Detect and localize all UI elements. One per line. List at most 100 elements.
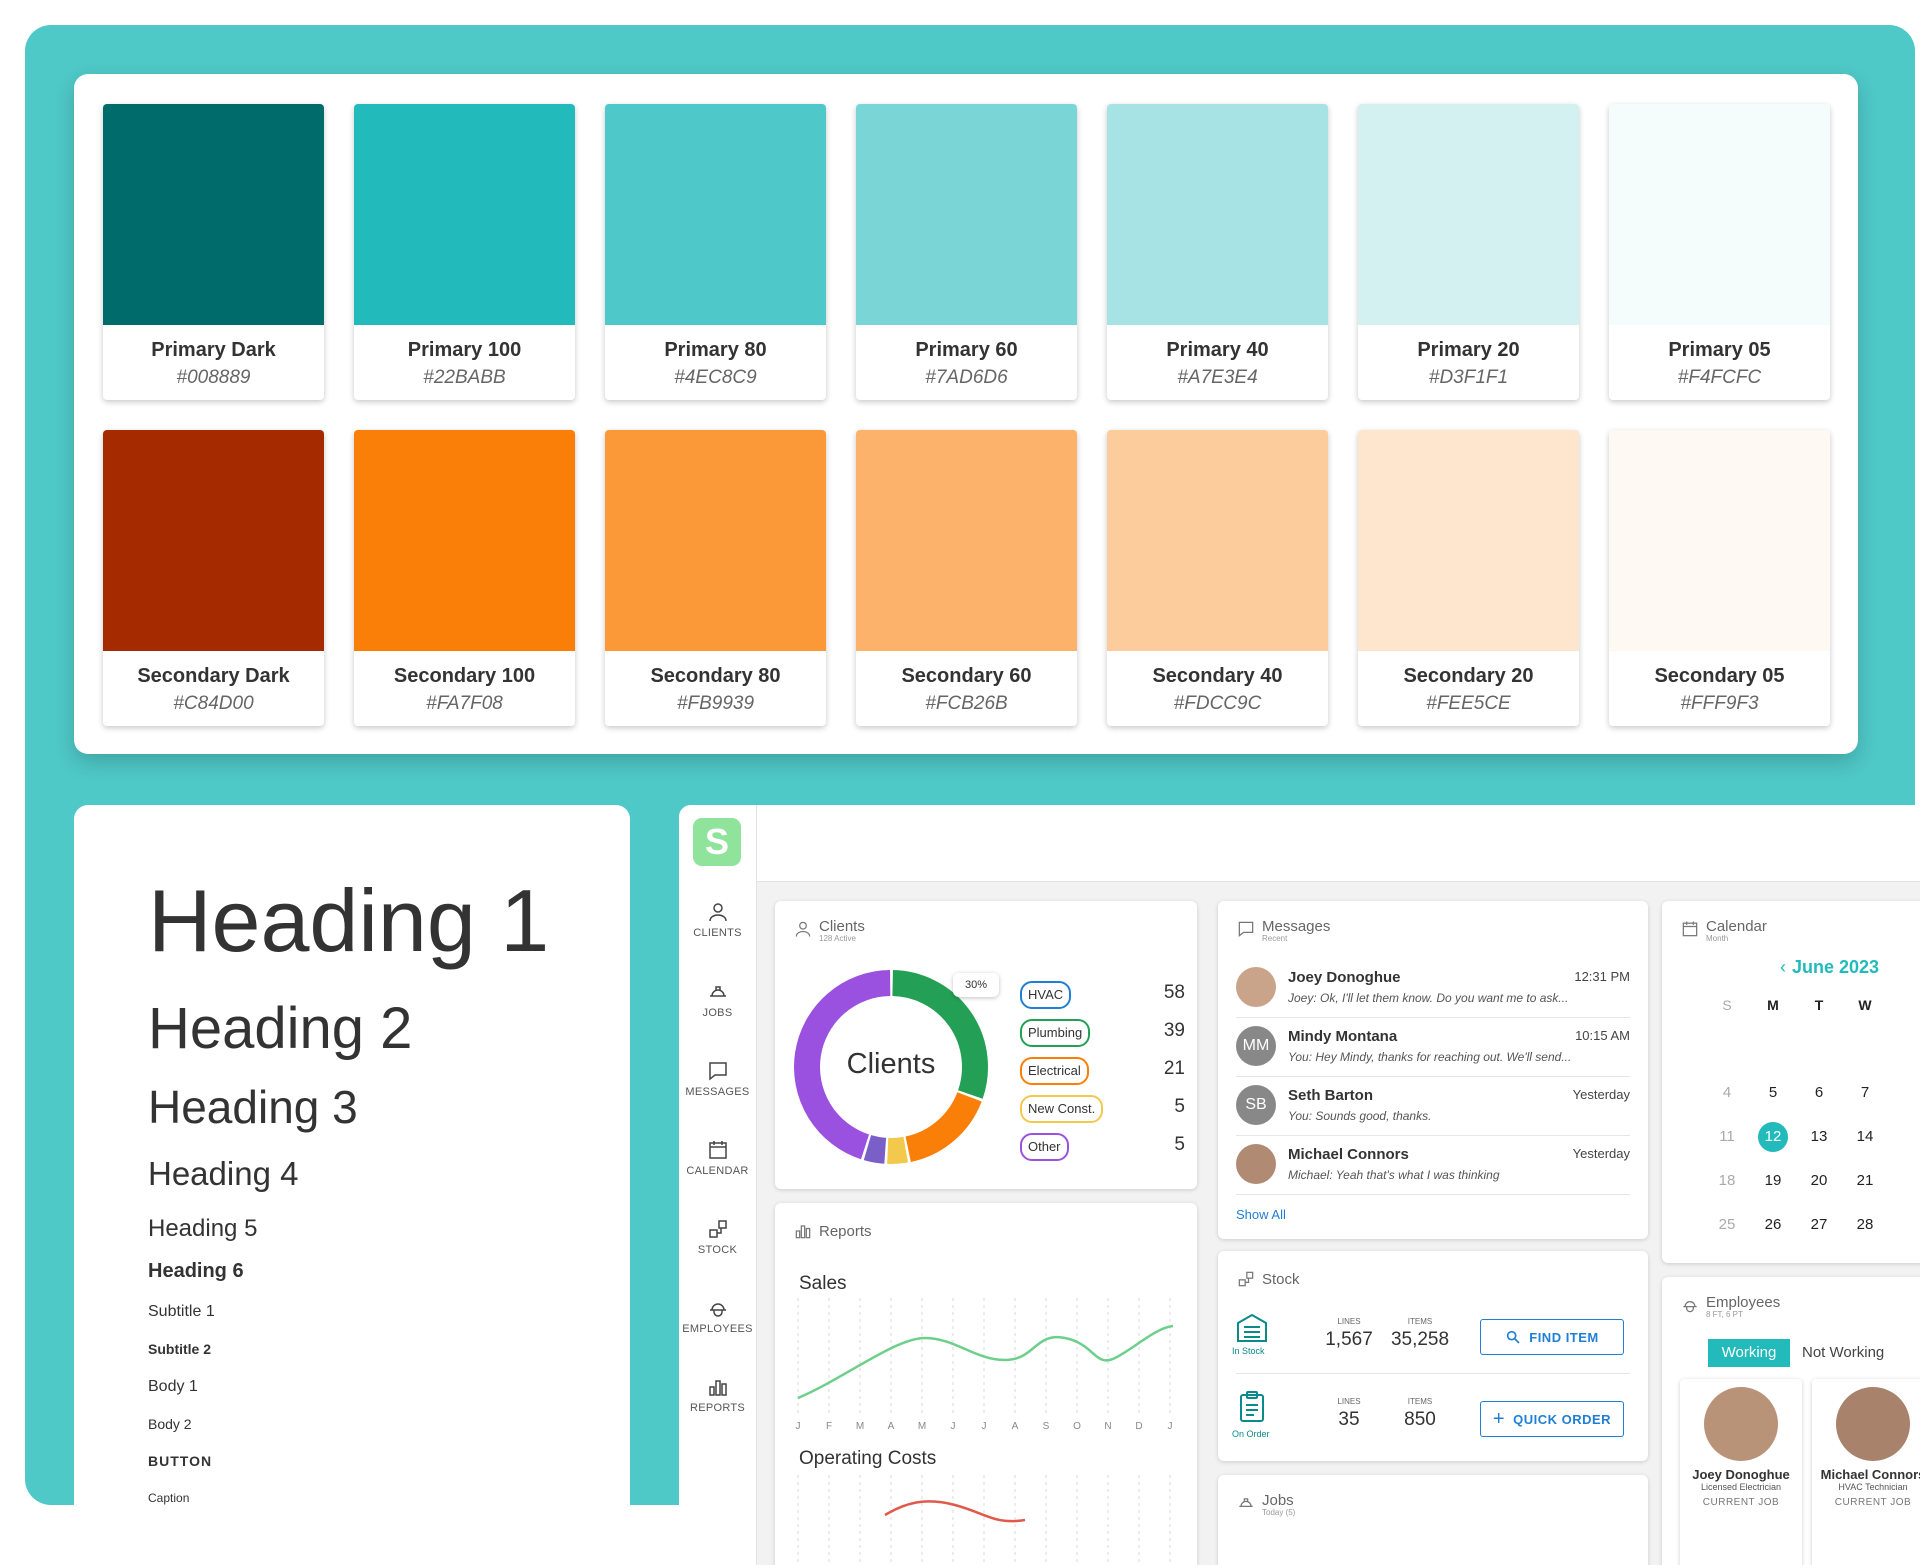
nav-label: EMPLOYEES [682, 1323, 753, 1335]
calendar-day[interactable]: 21 [1850, 1172, 1880, 1189]
swatch-hex: #FFF9F3 [1680, 693, 1759, 714]
message-time: 10:15 AM [1575, 1028, 1630, 1043]
sales-chart-title: Sales [799, 1273, 847, 1294]
weekday-label: W [1858, 997, 1872, 1013]
legend-count: 5 [1174, 1134, 1185, 1155]
app-logo[interactable]: S [693, 818, 741, 866]
button-text-sample: BUTTON [148, 1453, 213, 1469]
current-job-label: CURRENT JOB [1834, 1497, 1912, 1508]
donut-slice-other[interactable] [863, 1135, 887, 1164]
tab-not-working[interactable]: Not Working [1802, 1339, 1884, 1367]
calendar-day[interactable]: 4 [1712, 1084, 1742, 1101]
calendar-day[interactable]: 28 [1850, 1216, 1880, 1233]
calendar-day[interactable]: 14 [1850, 1128, 1880, 1145]
calendar-day[interactable]: 6 [1804, 1084, 1834, 1101]
swatch-name: Secondary 60 [901, 665, 1032, 687]
calendar-day[interactable]: 26 [1758, 1216, 1788, 1233]
legend-pill[interactable]: Plumbing [1020, 1019, 1091, 1047]
swatch-name: Primary 20 [1417, 339, 1520, 361]
nav-stock[interactable]: STOCK [679, 1217, 756, 1256]
nav-messages[interactable]: MESSAGES [679, 1059, 756, 1098]
legend-pill[interactable]: Electrical [1020, 1057, 1089, 1085]
clients-card: Clients 128 Active Clients 30% HVAC 58 Plum… [775, 901, 1197, 1189]
legend-pill[interactable]: New Const. [1020, 1095, 1104, 1123]
message-preview: Joey: Ok, I'll let them know. Do you wan… [1288, 991, 1569, 1005]
nav-label: JOBS [702, 1007, 733, 1019]
divider [1236, 1373, 1630, 1374]
color-chip [1609, 430, 1830, 651]
color-swatch: Primary 40 #A7E3E4 [1107, 104, 1328, 400]
calendar-day[interactable]: 27 [1804, 1216, 1834, 1233]
bar-chart-icon [708, 1380, 727, 1396]
bar-chart-icon [795, 1225, 811, 1239]
legend-count: 39 [1163, 1020, 1185, 1041]
swatch-hex: #FDCC9C [1173, 693, 1262, 714]
hardhat-icon [1239, 1498, 1253, 1507]
calendar-day[interactable]: 11 [1712, 1128, 1742, 1145]
color-chip [103, 430, 324, 651]
calendar-day[interactable]: 7 [1850, 1084, 1880, 1101]
employee-card[interactable]: Joey Donoghue Licensed Electrician CURRE… [1680, 1379, 1802, 1565]
stock-card: Stock In Stock LINES 1,567 ITEMS 35,258 … [1218, 1251, 1648, 1461]
quick-order-button[interactable]: + QUICK ORDER [1480, 1401, 1624, 1437]
calendar-day[interactable]: 25 [1712, 1216, 1742, 1233]
find-item-button[interactable]: FIND ITEM [1480, 1319, 1624, 1355]
month-tick: A [1011, 1421, 1019, 1432]
legend-count: 58 [1163, 982, 1185, 1003]
calendar-day[interactable]: 19 [1758, 1172, 1788, 1189]
message-preview: You: Sounds good, thanks. [1288, 1109, 1432, 1123]
legend-pill[interactable]: Other [1020, 1133, 1069, 1161]
calendar-month-label: June 2023 [1792, 957, 1880, 977]
reports-card-header: Reports [793, 1221, 872, 1241]
calendar-day[interactable]: 12 [1758, 1122, 1788, 1152]
color-chip [1358, 430, 1579, 651]
swatch-name: Secondary 100 [393, 665, 536, 687]
message-item[interactable]: Joey Donoghue 12:31 PM Joey: Ok, I'll le… [1236, 959, 1630, 1018]
sales-line-chart [797, 1298, 1174, 1413]
color-chip [103, 104, 324, 325]
employee-card[interactable]: Michael Connors HVAC Technician CURRENT … [1812, 1379, 1920, 1565]
tab-working[interactable]: Working [1708, 1339, 1790, 1367]
nav-clients[interactable]: CLIENTS [679, 900, 756, 939]
nav-label: CALENDAR [686, 1165, 749, 1177]
donut-slice-new-const[interactable] [887, 1136, 909, 1164]
swatch-name: Primary Dark [151, 339, 276, 361]
color-chip [1609, 104, 1830, 325]
clients-card-header: Clients 128 Active [793, 919, 865, 943]
swatch-name: Secondary 40 [1152, 665, 1283, 687]
color-swatch: Secondary 80 #FB9939 [605, 430, 826, 726]
body-2-sample: Body 2 [148, 1416, 192, 1432]
message-item[interactable]: SB Seth Barton Yesterday You: Sounds goo… [1236, 1077, 1630, 1136]
message-item[interactable]: MM Mindy Montana 10:15 AM You: Hey Mindy… [1236, 1018, 1630, 1077]
reports-card: Reports Sales J F M A M J J A S O N D J Operating Co… [775, 1203, 1197, 1565]
calendar-day[interactable]: 20 [1804, 1172, 1834, 1189]
calendar-day[interactable]: 18 [1712, 1172, 1742, 1189]
color-swatch: Primary 60 #7AD6D6 [856, 104, 1077, 400]
swatch-hex: #FCB26B [925, 693, 1008, 714]
color-chip [1107, 430, 1328, 651]
card-title: Messages [1262, 918, 1331, 935]
message-sender: Michael Connors [1288, 1146, 1409, 1163]
message-item[interactable]: Michael Connors Yesterday Michael: Yeah … [1236, 1136, 1630, 1195]
operating-costs-chart-title: Operating Costs [799, 1448, 937, 1469]
legend-pill[interactable]: HVAC [1020, 981, 1072, 1009]
donut-slice-electrical[interactable] [905, 1091, 982, 1162]
color-swatch: Secondary Dark #C84D00 [103, 430, 324, 726]
operating-costs-line-chart [797, 1475, 1171, 1565]
avatar: MM [1236, 1026, 1276, 1066]
nav-jobs[interactable]: JOBS [679, 980, 756, 1019]
calendar-day[interactable]: 13 [1804, 1128, 1834, 1145]
lines-value: 35 [1338, 1409, 1360, 1430]
button-label: QUICK ORDER [1513, 1411, 1612, 1427]
chevron-left-icon[interactable]: ‹ [1780, 957, 1786, 977]
avatar [1236, 967, 1276, 1007]
nav-calendar[interactable]: CALENDAR [679, 1138, 756, 1177]
nav-reports[interactable]: REPORTS [679, 1375, 756, 1414]
heading-6-sample: Heading 6 [148, 1260, 244, 1282]
avatar: SB [1236, 1085, 1276, 1125]
avatar [1704, 1387, 1778, 1461]
show-all-link[interactable]: Show All [1236, 1207, 1286, 1222]
nav-employees[interactable]: EMPLOYEES [679, 1296, 756, 1335]
calendar-day[interactable]: 5 [1758, 1084, 1788, 1101]
month-tick: J [950, 1421, 956, 1432]
